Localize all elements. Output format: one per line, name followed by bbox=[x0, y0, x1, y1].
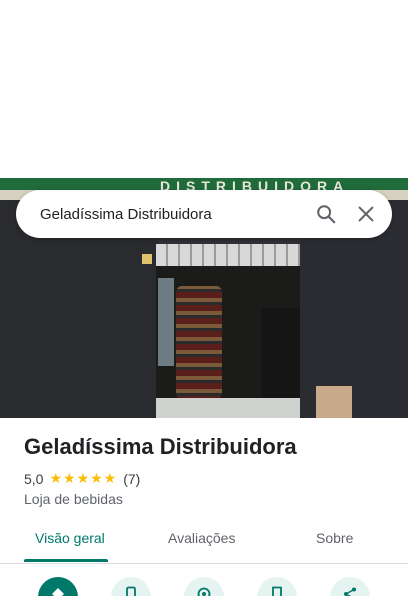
place-category[interactable]: Loja de bebidas bbox=[24, 491, 123, 507]
search-button[interactable] bbox=[306, 194, 346, 234]
star-rating-icon: ★★★★★ bbox=[49, 470, 118, 486]
phone-icon bbox=[126, 586, 136, 596]
search-query[interactable]: Geladíssima Distribuidora bbox=[40, 206, 306, 223]
save-icon bbox=[272, 586, 282, 596]
tab-about[interactable]: Sobre bbox=[316, 530, 353, 546]
fridge bbox=[158, 278, 174, 366]
tab-reviews[interactable]: Avaliações bbox=[168, 530, 235, 546]
clear-search-button[interactable] bbox=[346, 194, 386, 234]
bottle-tower bbox=[176, 286, 222, 402]
search-bar[interactable]: Geladíssima Distribuidora bbox=[16, 190, 392, 238]
map-blank-area bbox=[0, 0, 408, 178]
nearby-button[interactable] bbox=[184, 577, 224, 596]
review-count[interactable]: (7) bbox=[123, 471, 140, 487]
share-icon bbox=[344, 587, 356, 596]
active-tab-indicator bbox=[24, 559, 108, 562]
place-tabs: Visão geral Avaliações Sobre bbox=[0, 522, 408, 564]
rating-row[interactable]: 5,0 ★★★★★ (7) bbox=[24, 470, 140, 487]
place-title: Geladíssima Distribuidora bbox=[24, 434, 297, 459]
wall-sticker bbox=[142, 254, 152, 264]
directions-button[interactable] bbox=[38, 577, 78, 596]
rolling-gate bbox=[156, 244, 300, 266]
shelf bbox=[262, 308, 300, 408]
save-button[interactable] bbox=[257, 577, 297, 596]
shop-floor bbox=[156, 398, 300, 418]
tab-overview[interactable]: Visão geral bbox=[35, 530, 105, 546]
directions-icon bbox=[52, 588, 64, 596]
share-button[interactable] bbox=[330, 577, 370, 596]
rating-value: 5,0 bbox=[24, 470, 44, 487]
nearby-icon bbox=[197, 587, 211, 596]
close-icon bbox=[358, 206, 374, 222]
cardboard-boxes bbox=[316, 386, 352, 418]
phone-button[interactable] bbox=[111, 577, 151, 596]
search-icon bbox=[317, 205, 336, 224]
